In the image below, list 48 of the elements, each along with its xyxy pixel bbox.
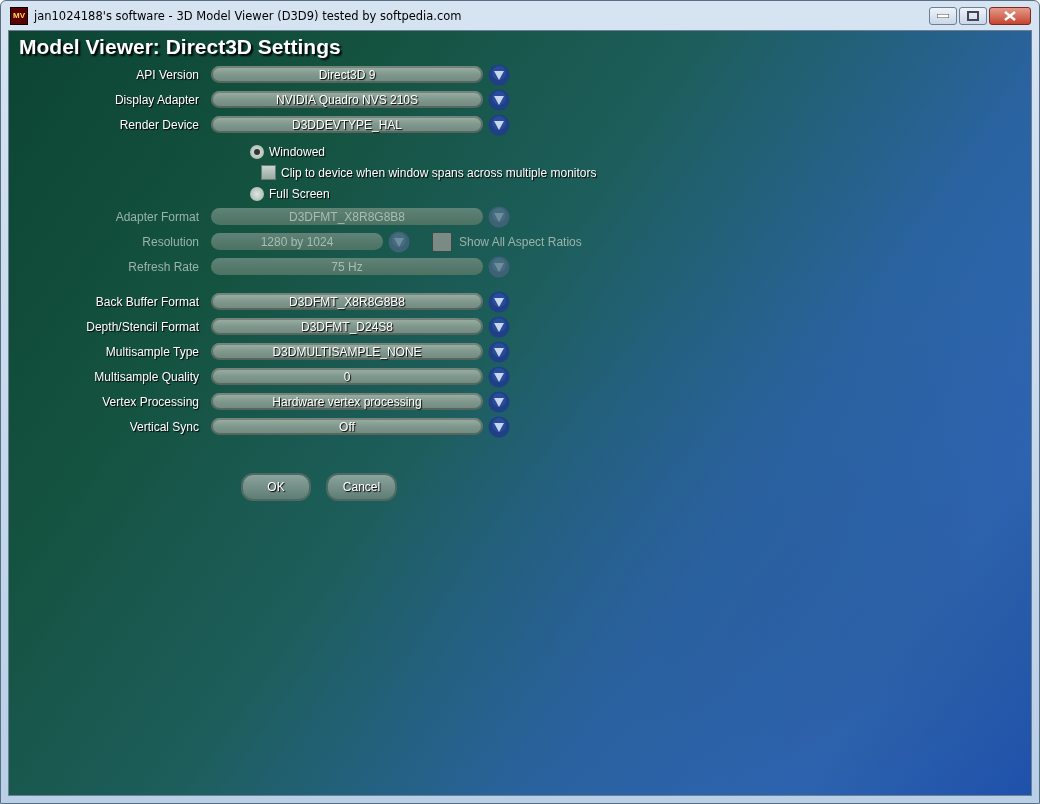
dropdown[interactable]: NVIDIA Quadro NVS 210S — [211, 91, 483, 108]
dropdown-arrow-button[interactable] — [488, 365, 510, 388]
cancel-button[interactable]: Cancel — [326, 473, 397, 501]
setting-label: Back Buffer Format — [94, 294, 200, 309]
dropdown[interactable]: Off — [211, 418, 483, 435]
checkbox[interactable] — [261, 165, 276, 180]
dropdown-arrow-button[interactable] — [488, 390, 510, 413]
setting-label: API Version — [135, 67, 200, 82]
setting-label: Render Device — [118, 117, 200, 132]
minimize-button[interactable] — [929, 6, 957, 25]
dropdown-arrow-button[interactable] — [488, 63, 510, 86]
close-icon — [1004, 10, 1016, 21]
dropdown[interactable]: Direct3D 9 — [211, 66, 483, 83]
checkbox-label: Clip to device when window spans across multiple monitors — [281, 165, 597, 180]
dropdown[interactable]: D3DFMT_X8R8G8B8 — [211, 293, 483, 310]
dropdown[interactable]: D3DDEVTYPE_HAL — [211, 116, 483, 133]
maximize-button[interactable] — [959, 6, 987, 25]
setting-label: Depth/Stencil Format — [85, 319, 200, 334]
dialog-heading: Model Viewer: Direct3D Settings — [19, 35, 342, 59]
ok-button[interactable]: OK — [241, 473, 311, 501]
dropdown-arrow-button[interactable] — [488, 415, 510, 438]
setting-label: Adapter Format — [114, 209, 200, 224]
dropdown[interactable]: 0 — [211, 368, 483, 385]
dropdown-arrow-button[interactable] — [488, 88, 510, 111]
setting-label: Vertex Processing — [101, 394, 200, 409]
setting-label: Refresh Rate — [127, 259, 200, 274]
dropdown-arrow-button[interactable] — [488, 290, 510, 313]
minimize-icon — [937, 13, 949, 18]
dropdown-arrow-button[interactable] — [488, 113, 510, 136]
dropdown[interactable]: D3DFMT_D24S8 — [211, 318, 483, 335]
setting-label: Vertical Sync — [128, 419, 200, 434]
dropdown-arrow-button[interactable] — [488, 315, 510, 338]
setting-label: Multisample Type — [104, 344, 200, 359]
radio-label: Windowed — [269, 144, 326, 159]
app-icon: MV — [10, 6, 28, 25]
maximize-icon — [967, 10, 979, 21]
radio-label: Full Screen — [269, 186, 330, 201]
dropdown[interactable]: D3DMULTISAMPLE_NONE — [211, 343, 483, 360]
setting-label: Resolution — [141, 234, 200, 249]
setting-label: Display Adapter — [113, 92, 200, 107]
checkbox-label: Show All Aspect Ratios — [459, 234, 582, 249]
radio-button[interactable] — [250, 144, 264, 159]
dropdown[interactable]: Hardware vertex processing — [211, 393, 483, 410]
window-title: jan1024188's software - 3D Model Viewer (D3D9) tested by softpedia.com — [34, 8, 463, 23]
setting-label: Multisample Quality — [93, 369, 200, 384]
close-button[interactable] — [989, 6, 1031, 25]
dropdown-arrow-button[interactable] — [488, 340, 510, 363]
radio-button[interactable] — [250, 186, 264, 201]
